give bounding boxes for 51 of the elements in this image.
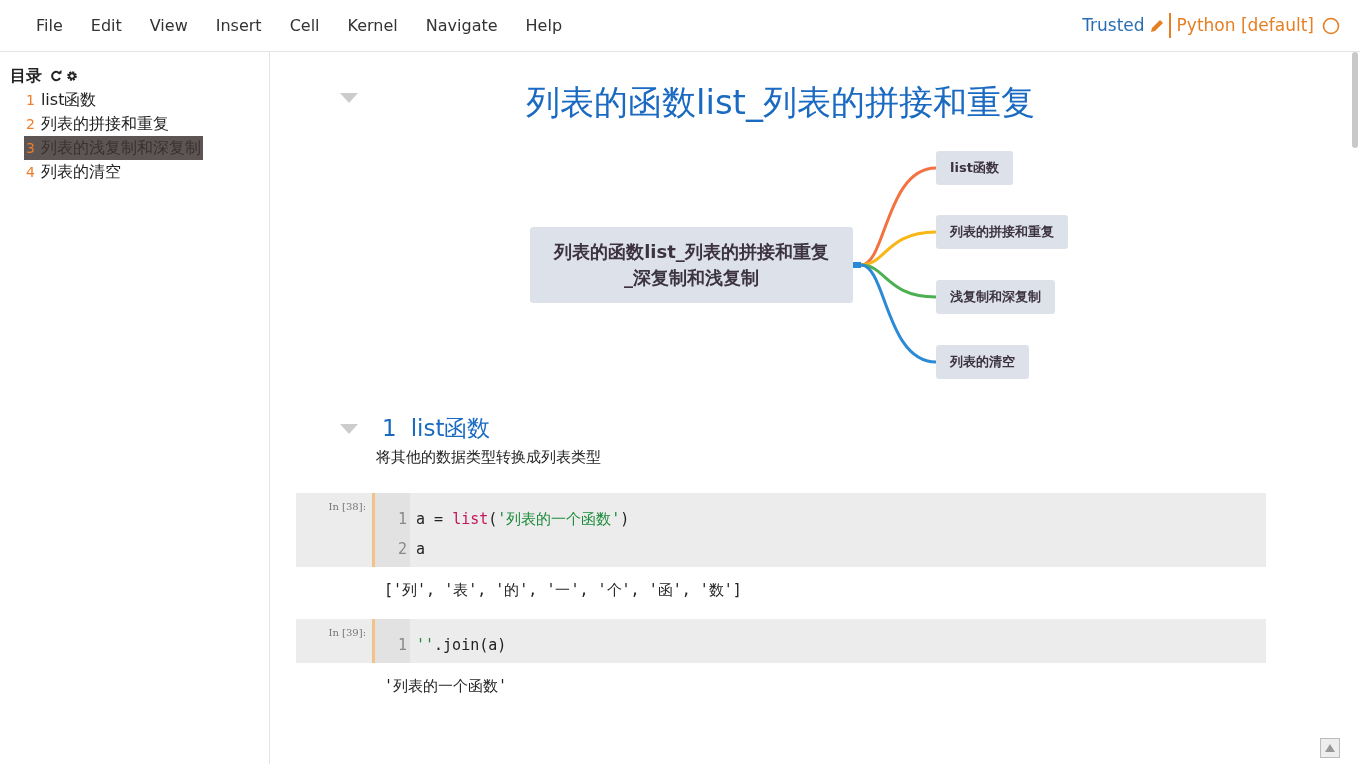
mindmap-branch-node: list函数 (936, 150, 1013, 185)
triangle-up-icon (1325, 744, 1335, 752)
toc-number: 3 (26, 139, 35, 158)
mindmap-branch-node: 列表的清空 (936, 344, 1029, 379)
scrollbar-thumb[interactable] (1352, 52, 1358, 148)
mindmap-branch-node: 列表的拼接和重复 (936, 214, 1068, 249)
menu-item[interactable]: Insert (201, 13, 276, 38)
code-line: a = list('列表的一个函数') (415, 508, 631, 530)
code-cell[interactable]: In [38]: 1 2 a = list('列表的一个函数') a (296, 492, 1266, 567)
refresh-icon[interactable] (50, 70, 62, 82)
menu-item[interactable]: File (22, 13, 77, 38)
line-number: 1 (396, 635, 408, 657)
toc-link[interactable]: 4 列表的清空 (24, 160, 123, 184)
menu-item[interactable]: Edit (76, 13, 136, 38)
menu-item[interactable]: Navigate (411, 13, 512, 38)
cell-output: '列表的一个函数' (383, 676, 509, 698)
toc-label: 列表的清空 (40, 161, 121, 183)
mindmap-root-node: 列表的函数list_列表的拼接和重复_深复制和浅复制 (530, 226, 853, 303)
kernel-idle-icon (1322, 16, 1340, 35)
section-number: 1 (382, 414, 397, 443)
pencil-icon (1148, 17, 1165, 34)
notebook-title: 列表的函数list_列表的拼接和重复 (526, 82, 1035, 123)
toc-link[interactable]: 1 list函数 (24, 88, 99, 112)
toc-number: 4 (26, 163, 35, 182)
input-prompt: In [39]: (327, 626, 367, 641)
code-line: a (415, 538, 427, 560)
section-heading: list函数 (410, 414, 491, 443)
cell-output: ['列', '表', '的', '一', '个', '函', '数'] (383, 579, 743, 601)
scroll-to-top-button[interactable] (1320, 738, 1340, 758)
menu-item[interactable]: Help (511, 13, 577, 38)
line-number: 1 (396, 508, 408, 530)
toc-number: 1 (26, 91, 35, 110)
menu-item[interactable]: Cell (275, 13, 334, 38)
toc-link[interactable]: 2 列表的拼接和重复 (24, 112, 171, 136)
toc-number: 2 (26, 115, 35, 134)
menu-item[interactable]: Kernel (333, 13, 412, 38)
settings-icon[interactable] (66, 70, 78, 82)
line-number: 2 (396, 538, 408, 560)
collapse-arrow-icon[interactable] (340, 93, 358, 104)
trusted-indicator[interactable]: Trusted (1082, 12, 1145, 39)
collapse-arrow-icon[interactable] (340, 423, 358, 434)
connector-stub (853, 261, 861, 268)
toc-title: 目录 (10, 65, 42, 87)
code-line: ''.join(a) (415, 635, 508, 657)
mindmap-branch-node: 浅复制和深复制 (936, 279, 1055, 314)
toc-label: list函数 (40, 89, 97, 111)
section-text: 将其他的数据类型转换成列表类型 (376, 447, 602, 469)
code-cell[interactable]: In [39]: 1 ''.join(a) (296, 619, 1266, 664)
input-prompt: In [38]: (327, 499, 367, 514)
toc-label: 列表的拼接和重复 (40, 113, 169, 135)
menu-item[interactable]: View (135, 13, 202, 38)
